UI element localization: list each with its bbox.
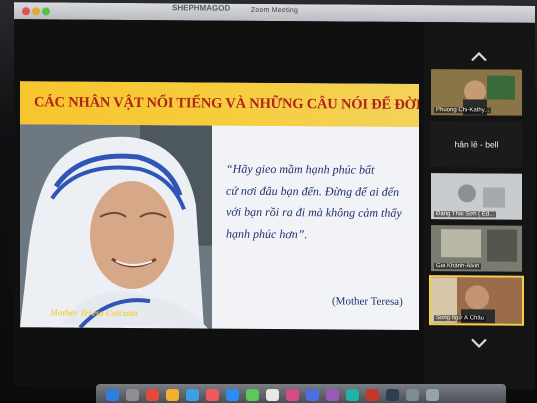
facetime-icon[interactable] [346,389,359,401]
safari-icon[interactable] [186,389,199,401]
macos-dock [96,384,506,403]
scroll-up-icon[interactable] [470,50,488,64]
scroll-down-icon[interactable] [470,335,488,349]
app-icon[interactable] [366,389,379,401]
participant-tile[interactable]: hân lê - bell [431,121,522,168]
participant-tile[interactable]: Đặng Thái Sơn ( Ed... [431,173,522,220]
participant-name: Phuong Chi-Kathy... [434,107,492,114]
settings-icon[interactable] [406,389,419,401]
screen: SHEPHMAGOD Zoom Meeting CÁC NHÂN VẬT NỔI… [14,2,535,390]
slide-banner: CÁC NHÂN VẬT NỔI TIẾNG VÀ NHỮNG CÂU NÓI … [20,81,419,128]
music-icon[interactable] [206,389,219,401]
messages-icon[interactable] [246,389,259,401]
participant-name: Song ngữ Á Châu [434,315,487,322]
quote-line: “Hãy gieo mầm hạnh phúc bất [226,161,375,177]
quote-line: với bạn rồi ra đi mà không cảm thấy [226,204,402,220]
quote-text: “Hãy gieo mầm hạnh phúc bất cứ nơi đâu b… [226,159,416,246]
chrome-icon[interactable] [146,389,159,401]
portrait-illustration [20,124,212,329]
trash-icon[interactable] [426,389,439,401]
mother-teresa-photo: Mother Teresa Calcutta [20,124,212,329]
participant-tile[interactable]: Phuong Chi-Kathy... [431,69,522,116]
calendar-icon[interactable] [266,389,279,401]
slide-title: CÁC NHÂN VẬT NỔI TIẾNG VÀ NHỮNG CÂU NÓI … [34,94,419,114]
shared-screen-area: CÁC NHÂN VẬT NỔI TIẾNG VÀ NHỮNG CÂU NÓI … [14,19,424,390]
photos-icon[interactable] [286,389,299,401]
finder-icon[interactable] [106,389,119,401]
quote-line: cứ nơi đâu bạn đến. Đừng để ai đến [226,183,400,199]
zoom-icon[interactable] [226,389,239,401]
participant-tile[interactable]: Gia Khánh-Alvin [431,225,522,272]
notes-icon[interactable] [166,389,179,401]
terminal-icon[interactable] [386,389,399,401]
participant-name: Gia Khánh-Alvin [434,263,482,270]
participant-name: Đặng Thái Sơn ( Ed... [434,211,497,218]
quote-author: (Mother Teresa) [332,295,403,308]
podcasts-icon[interactable] [326,389,339,401]
mail-icon[interactable] [306,389,319,401]
photo-caption: Mother Teresa Calcutta [50,307,138,319]
participant-gallery: Phuong Chi-Kathy... hân lê - bell Đặng T… [424,22,535,390]
quote-line: hạnh phúc hơn”. [226,226,308,241]
participant-name: hân lê - bell [454,139,499,150]
presentation-slide: CÁC NHÂN VẬT NỔI TIẾNG VÀ NHỮNG CÂU NÓI … [20,81,419,331]
launchpad-icon[interactable] [126,389,139,401]
participant-tile-active-speaker[interactable]: Song ngữ Á Châu [429,275,524,326]
